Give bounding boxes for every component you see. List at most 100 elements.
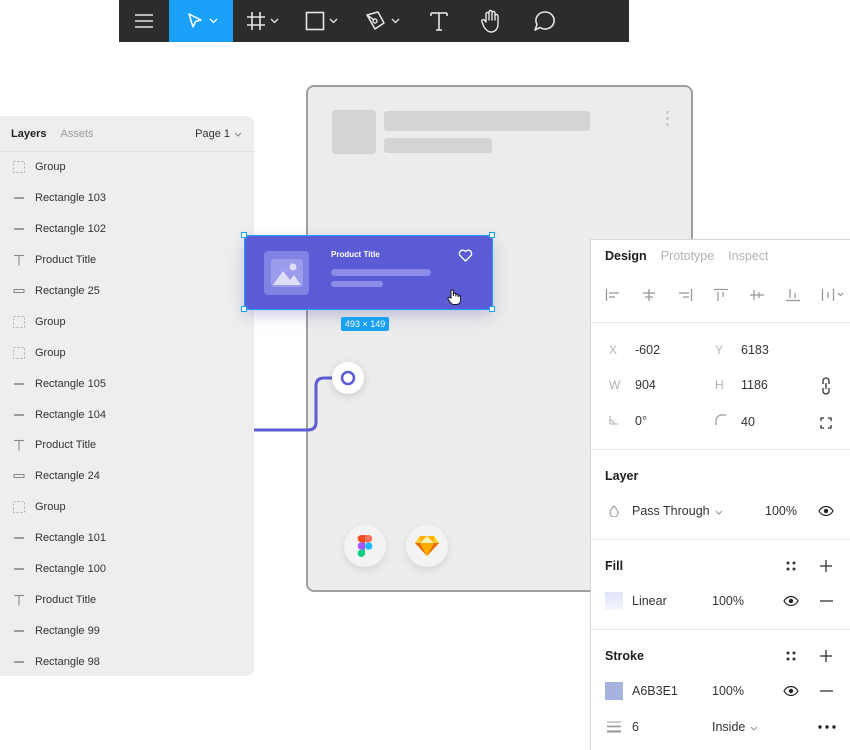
- resize-handle[interactable]: [241, 232, 247, 238]
- eye-icon[interactable]: [818, 506, 834, 516]
- add-icon[interactable]: [819, 649, 833, 663]
- text-icon: [13, 254, 25, 266]
- divider: [591, 322, 850, 323]
- x-position-field[interactable]: X -602: [609, 343, 660, 357]
- layer-item[interactable]: Rectangle 104: [0, 399, 254, 430]
- group-icon: [13, 346, 25, 359]
- stroke-position-select[interactable]: Inside: [712, 720, 758, 734]
- eye-icon[interactable]: [783, 596, 799, 606]
- tab-assets[interactable]: Assets: [60, 128, 93, 140]
- layer-item[interactable]: Rectangle 25: [0, 276, 254, 307]
- layer-name: Rectangle 102: [35, 223, 106, 236]
- more-options-icon[interactable]: [818, 725, 836, 729]
- layer-opacity[interactable]: 100%: [765, 504, 797, 518]
- align-bottom-icon[interactable]: [785, 288, 801, 302]
- resize-handle[interactable]: [241, 306, 247, 312]
- layer-name: Rectangle 100: [35, 563, 106, 576]
- align-horizontal-center-icon[interactable]: [641, 288, 657, 302]
- layer-item[interactable]: Group: [0, 337, 254, 368]
- placeholder-line: [384, 138, 492, 153]
- chevron-down-icon: [715, 504, 723, 518]
- add-icon[interactable]: [819, 559, 833, 573]
- distribute-icon[interactable]: [821, 288, 845, 302]
- comment-tool-button[interactable]: [517, 0, 573, 42]
- layers-panel: Layers Assets Page 1 Group Rectangle 103 R…: [0, 116, 254, 676]
- text-tool-button[interactable]: [413, 0, 465, 42]
- fill-swatch[interactable]: [605, 592, 623, 610]
- pen-tool-button[interactable]: [351, 0, 413, 42]
- layer-item[interactable]: Rectangle 100: [0, 554, 254, 585]
- layer-item[interactable]: Product Title: [0, 584, 254, 615]
- independent-corners-icon[interactable]: [820, 417, 832, 429]
- tab-design[interactable]: Design: [605, 249, 647, 263]
- stroke-color-row: A6B3E1 100%: [605, 680, 836, 702]
- tab-inspect[interactable]: Inspect: [728, 249, 768, 263]
- menu-button[interactable]: [119, 0, 169, 42]
- line-icon: [13, 409, 25, 421]
- layer-name: Rectangle 24: [35, 470, 100, 483]
- align-left-icon[interactable]: [605, 288, 621, 302]
- y-position-field[interactable]: Y 6183: [715, 343, 769, 357]
- layer-item[interactable]: Rectangle 102: [0, 214, 254, 245]
- heart-icon[interactable]: [458, 249, 473, 267]
- corner-radius-field[interactable]: 40: [715, 414, 755, 429]
- hand-tool-icon: [480, 9, 502, 33]
- style-grid-icon[interactable]: [785, 560, 797, 572]
- y-label: Y: [715, 343, 724, 357]
- x-value: -602: [635, 343, 661, 357]
- resize-handle[interactable]: [489, 232, 495, 238]
- chevron-down-icon: [750, 720, 758, 734]
- layer-item[interactable]: Group: [0, 306, 254, 337]
- layer-item[interactable]: Product Title: [0, 245, 254, 276]
- w-label: W: [609, 378, 621, 392]
- blend-mode-value: Pass Through: [632, 504, 710, 518]
- line-icon: [13, 625, 25, 637]
- frame-tool-button[interactable]: [233, 0, 291, 42]
- chevron-down-icon: [209, 18, 218, 24]
- fill-opacity[interactable]: 100%: [712, 594, 744, 608]
- hand-tool-button[interactable]: [465, 0, 517, 42]
- align-vertical-center-icon[interactable]: [749, 288, 765, 302]
- stroke-weight-icon: [605, 721, 623, 733]
- layer-item[interactable]: Group: [0, 492, 254, 523]
- fill-type[interactable]: Linear: [632, 594, 667, 608]
- tab-layers[interactable]: Layers: [11, 128, 46, 140]
- layer-blend-row: Pass Through 100%: [605, 500, 836, 522]
- stroke-opacity[interactable]: 100%: [712, 684, 744, 698]
- more-options-icon[interactable]: [666, 111, 669, 126]
- tab-prototype[interactable]: Prototype: [661, 249, 715, 263]
- chevron-down-icon: [234, 128, 242, 140]
- layer-item[interactable]: Rectangle 105: [0, 368, 254, 399]
- stroke-swatch[interactable]: [605, 682, 623, 700]
- placeholder-image: [332, 110, 376, 154]
- style-grid-icon[interactable]: [785, 650, 797, 662]
- layer-item[interactable]: Rectangle 24: [0, 461, 254, 492]
- remove-icon[interactable]: [820, 600, 833, 602]
- text-icon: [13, 439, 25, 451]
- layer-item[interactable]: Product Title: [0, 430, 254, 461]
- width-field[interactable]: W 904: [609, 378, 656, 392]
- height-field[interactable]: H 1186: [715, 378, 768, 392]
- layer-section-title: Layer: [605, 469, 639, 483]
- blend-mode-select[interactable]: Pass Through: [632, 504, 723, 518]
- page-selector[interactable]: Page 1: [195, 128, 242, 140]
- stroke-color-value[interactable]: A6B3E1: [632, 684, 678, 698]
- layer-item[interactable]: Rectangle 98: [0, 646, 254, 677]
- constrain-proportions-icon[interactable]: [821, 377, 831, 395]
- resize-handle[interactable]: [489, 306, 495, 312]
- layer-item[interactable]: Rectangle 103: [0, 183, 254, 214]
- layer-item[interactable]: Group: [0, 152, 254, 183]
- pen-tool-icon: [365, 11, 387, 31]
- align-top-icon[interactable]: [713, 288, 729, 302]
- layer-name: Group: [35, 161, 66, 174]
- stroke-weight-value[interactable]: 6: [632, 720, 639, 734]
- layer-list: Group Rectangle 103 Rectangle 102 Product T…: [0, 152, 254, 677]
- align-right-icon[interactable]: [677, 288, 693, 302]
- rotation-field[interactable]: 0°: [609, 414, 647, 428]
- move-tool-button[interactable]: [169, 0, 233, 42]
- layer-item[interactable]: Rectangle 99: [0, 615, 254, 646]
- rectangle-tool-button[interactable]: [291, 0, 351, 42]
- remove-icon[interactable]: [820, 690, 833, 692]
- layer-item[interactable]: Rectangle 101: [0, 523, 254, 554]
- eye-icon[interactable]: [783, 686, 799, 696]
